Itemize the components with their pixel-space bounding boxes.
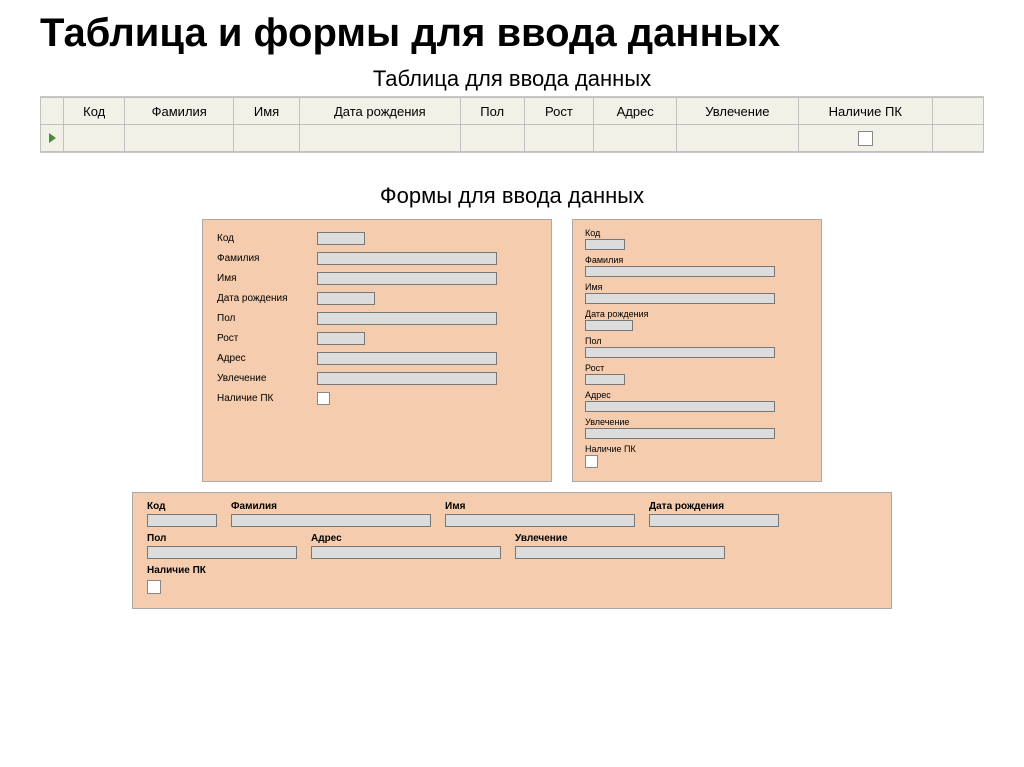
form-stacked: Код Фамилия Имя Дата рождения Пол Рост А…: [572, 219, 822, 482]
input-address[interactable]: [585, 401, 775, 412]
input-name[interactable]: [317, 272, 497, 285]
label-address: Адрес: [585, 390, 809, 400]
input-name[interactable]: [445, 514, 635, 527]
input-hobby[interactable]: [585, 428, 775, 439]
input-height[interactable]: [317, 332, 365, 345]
label-sex: Пол: [217, 313, 317, 324]
col-spacer: [933, 98, 984, 125]
page-title: Таблица и формы для ввода данных: [40, 10, 984, 56]
label-code: Код: [147, 501, 217, 512]
cell-address[interactable]: [594, 125, 677, 152]
col-birth[interactable]: Дата рождения: [300, 98, 461, 125]
input-code[interactable]: [147, 514, 217, 527]
cell-code[interactable]: [64, 125, 125, 152]
cell-height[interactable]: [524, 125, 594, 152]
cell-sex[interactable]: [460, 125, 524, 152]
label-name: Имя: [445, 501, 635, 512]
input-birth[interactable]: [585, 320, 633, 331]
input-surname[interactable]: [317, 252, 497, 265]
checkbox-pc[interactable]: [147, 580, 161, 594]
row-selector-header: [41, 98, 64, 125]
label-hobby: Увлечение: [217, 373, 317, 384]
label-hobby: Увлечение: [585, 417, 809, 427]
cell-pc[interactable]: [798, 125, 932, 152]
input-sex[interactable]: [317, 312, 497, 325]
input-name[interactable]: [585, 293, 775, 304]
arrow-right-icon: [49, 133, 56, 143]
label-code: Код: [217, 233, 317, 244]
form-columnar: Код Фамилия Имя Дата рождения Пол Рост А…: [202, 219, 552, 482]
label-pc: Наличие ПК: [217, 393, 317, 404]
checkbox-icon[interactable]: [858, 131, 873, 146]
col-height[interactable]: Рост: [524, 98, 594, 125]
input-birth[interactable]: [317, 292, 375, 305]
col-address[interactable]: Адрес: [594, 98, 677, 125]
col-name[interactable]: Имя: [234, 98, 300, 125]
label-surname: Фамилия: [585, 255, 809, 265]
label-pc: Наличие ПК: [147, 565, 206, 576]
label-pc: Наличие ПК: [585, 444, 809, 454]
label-surname: Фамилия: [231, 501, 431, 512]
label-sex: Пол: [147, 533, 297, 544]
checkbox-pc[interactable]: [585, 455, 598, 468]
label-address: Адрес: [217, 353, 317, 364]
cell-name[interactable]: [234, 125, 300, 152]
label-birth: Дата рождения: [217, 293, 317, 304]
form-tabular: Код Фамилия Имя Дата рождения Пол Адрес …: [132, 492, 892, 609]
label-birth: Дата рождения: [585, 309, 809, 319]
current-row-indicator[interactable]: [41, 125, 64, 152]
cell-surname[interactable]: [125, 125, 234, 152]
input-birth[interactable]: [649, 514, 779, 527]
input-sex[interactable]: [147, 546, 297, 559]
col-code[interactable]: Код: [64, 98, 125, 125]
section-table-title: Таблица для ввода данных: [40, 66, 984, 92]
input-hobby[interactable]: [515, 546, 725, 559]
label-address: Адрес: [311, 533, 501, 544]
input-height[interactable]: [585, 374, 625, 385]
input-code[interactable]: [585, 239, 625, 250]
col-pc[interactable]: Наличие ПК: [798, 98, 932, 125]
label-surname: Фамилия: [217, 253, 317, 264]
label-height: Рост: [585, 363, 809, 373]
input-sex[interactable]: [585, 347, 775, 358]
input-address[interactable]: [311, 546, 501, 559]
label-name: Имя: [217, 273, 317, 284]
input-surname[interactable]: [231, 514, 431, 527]
label-height: Рост: [217, 333, 317, 344]
input-code[interactable]: [317, 232, 365, 245]
cell-hobby[interactable]: [677, 125, 798, 152]
cell-birth[interactable]: [300, 125, 461, 152]
label-hobby: Увлечение: [515, 533, 725, 544]
input-surname[interactable]: [585, 266, 775, 277]
input-hobby[interactable]: [317, 372, 497, 385]
col-sex[interactable]: Пол: [460, 98, 524, 125]
section-forms-title: Формы для ввода данных: [40, 183, 984, 209]
checkbox-pc[interactable]: [317, 392, 330, 405]
input-address[interactable]: [317, 352, 497, 365]
label-code: Код: [585, 228, 809, 238]
cell-spacer: [933, 125, 984, 152]
col-hobby[interactable]: Увлечение: [677, 98, 798, 125]
label-sex: Пол: [585, 336, 809, 346]
label-name: Имя: [585, 282, 809, 292]
data-table: Код Фамилия Имя Дата рождения Пол Рост А…: [40, 96, 984, 153]
col-surname[interactable]: Фамилия: [125, 98, 234, 125]
label-birth: Дата рождения: [649, 501, 779, 512]
